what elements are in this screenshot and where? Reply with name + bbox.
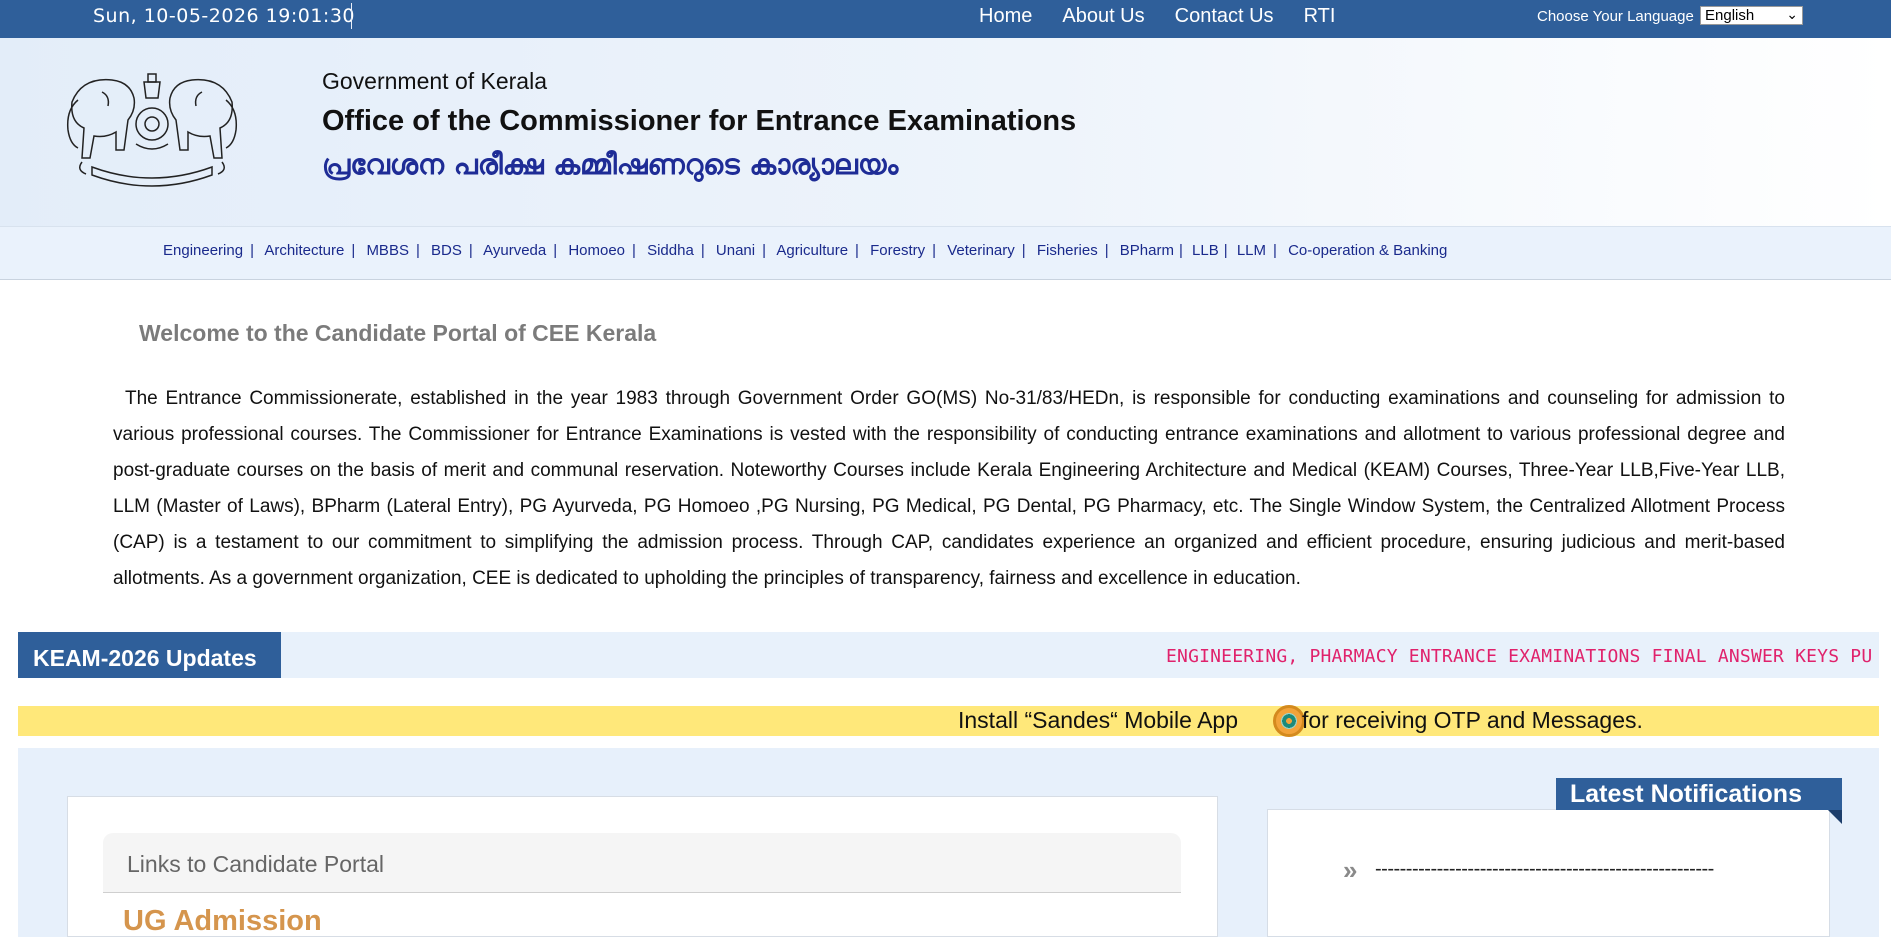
sandes-app-icon <box>1273 705 1305 737</box>
office-title-malayalam: പ്രവേശന പരീക്ഷ കമ്മീഷണറുടെ കാര്യാലയം <box>322 148 899 181</box>
course-link-agriculture[interactable]: Agriculture <box>776 242 848 259</box>
keam-updates-bar: KEAM-2026 Updates ENGINEERING, PHARMACY … <box>18 632 1879 678</box>
portal-links-title: Links to Candidate Portal <box>127 851 384 877</box>
course-link-siddha[interactable]: Siddha <box>647 242 694 259</box>
nav-contact-us-link[interactable]: Contact Us <box>1175 5 1274 28</box>
topbar-divider <box>351 3 352 29</box>
ug-admission-title[interactable]: UG Admission <box>123 905 322 938</box>
course-link-bds[interactable]: BDS <box>431 242 462 259</box>
course-link-ayurveda[interactable]: Ayurveda <box>483 242 546 259</box>
course-link-co-operation-banking[interactable]: Co-operation & Banking <box>1288 242 1447 259</box>
intro-paragraph: The Entrance Commissionerate, establishe… <box>113 388 1785 589</box>
course-link-bpharm[interactable]: BPharm <box>1120 242 1174 259</box>
top-bar: Sun, 10-05-2026 19:01:30 Home About Us C… <box>0 0 1891 38</box>
language-select[interactable]: English ⌄ <box>1700 6 1803 25</box>
updates-ticker-area: ENGINEERING, PHARMACY ENTRANCE EXAMINATI… <box>281 632 1879 678</box>
language-label: Choose Your Language <box>1537 8 1694 25</box>
notifications-title: Latest Notifications <box>1556 778 1842 810</box>
course-link-llb[interactable]: LLB <box>1192 242 1219 259</box>
government-label: Government of Kerala <box>322 68 548 94</box>
sandes-text-before: Install “Sandes“ Mobile App <box>958 707 1238 733</box>
course-links: Engineering | Architecture | MBBS | BDS | Ay… <box>163 242 1448 259</box>
kerala-emblem-icon <box>66 73 238 187</box>
course-link-homoeo[interactable]: Homoeo <box>568 242 625 259</box>
notifications-tab-fold <box>1828 810 1842 824</box>
language-selected-value: English <box>1705 7 1755 24</box>
top-nav: Home About Us Contact Us RTI <box>979 5 1365 28</box>
double-chevron-right-icon: » <box>1343 855 1358 885</box>
course-link-forestry[interactable]: Forestry <box>870 242 925 259</box>
course-link-mbbs[interactable]: MBBS <box>366 242 409 259</box>
keam-updates-label: KEAM-2026 Updates <box>18 632 281 678</box>
sandes-banner: Install “Sandes“ Mobile App for receivin… <box>18 705 1879 737</box>
course-link-architecture[interactable]: Architecture <box>264 242 344 259</box>
course-link-engineering[interactable]: Engineering <box>163 242 243 259</box>
nav-about-us-link[interactable]: About Us <box>1062 5 1144 28</box>
chevron-down-icon: ⌄ <box>1786 6 1798 22</box>
notification-item[interactable]: ----------------------------------------… <box>1375 858 1714 881</box>
course-link-unani[interactable]: Unani <box>716 242 755 259</box>
course-link-fisheries[interactable]: Fisheries <box>1037 242 1098 259</box>
updates-ticker-link[interactable]: ENGINEERING, PHARMACY ENTRANCE EXAMINATI… <box>1166 646 1872 667</box>
nav-rti-link[interactable]: RTI <box>1304 5 1336 28</box>
course-link-llm[interactable]: LLM <box>1237 242 1266 259</box>
course-nav-bar: Engineering | Architecture | MBBS | BDS | Ay… <box>0 226 1891 280</box>
office-title: Office of the Commissioner for Entrance … <box>322 105 1077 137</box>
sandes-text-after: for receiving OTP and Messages. <box>1302 707 1643 733</box>
welcome-title: Welcome to the Candidate Portal of CEE K… <box>139 320 657 346</box>
current-datetime: Sun, 10-05-2026 19:01:30 <box>93 5 356 27</box>
nav-home-link[interactable]: Home <box>979 5 1032 28</box>
course-link-veterinary[interactable]: Veterinary <box>947 242 1015 259</box>
